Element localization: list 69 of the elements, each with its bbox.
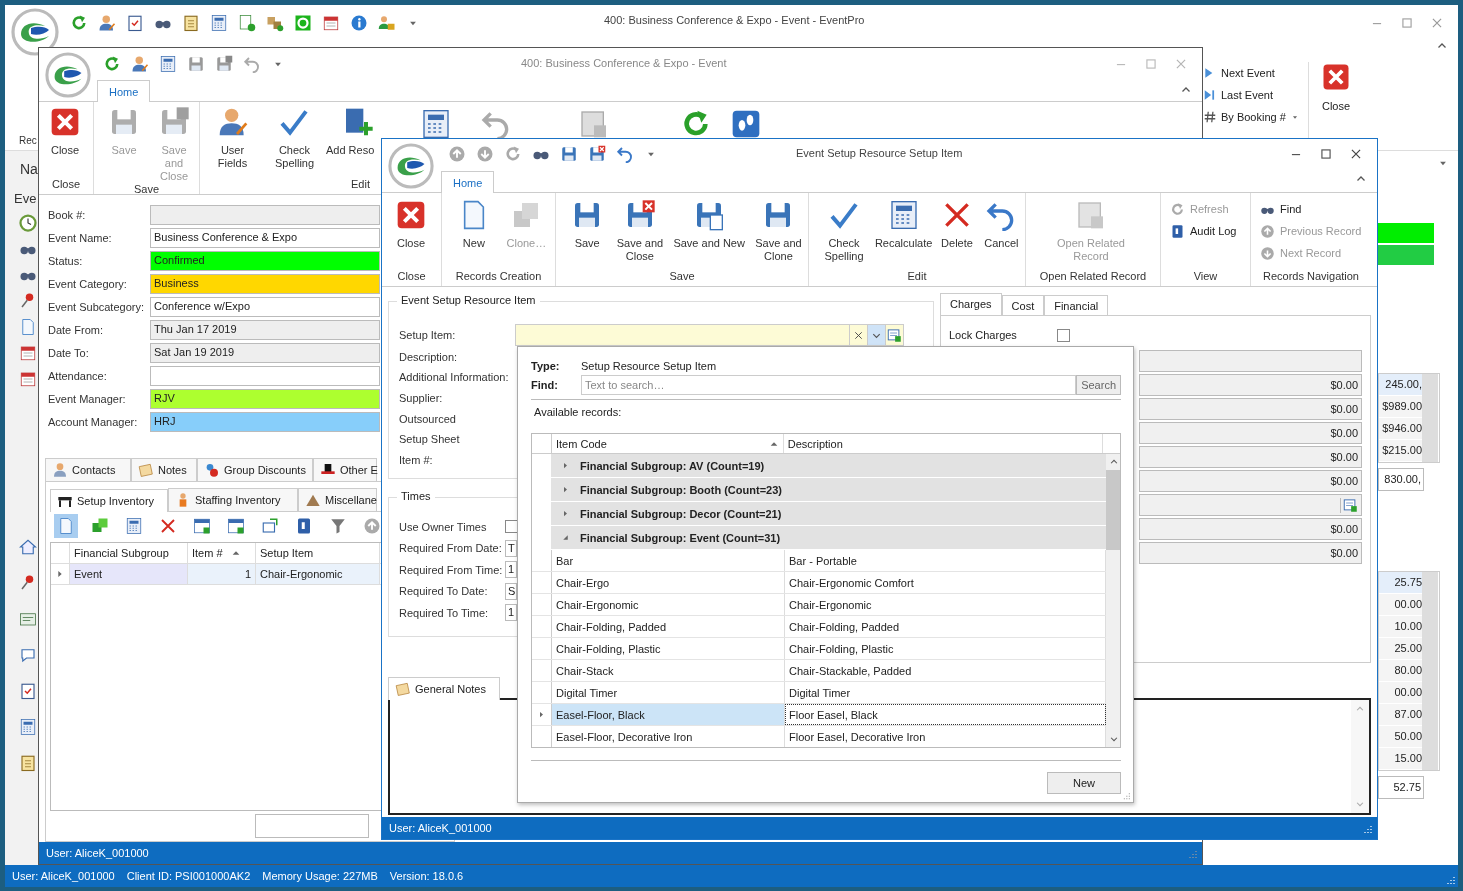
field-label: Setup Item: bbox=[399, 329, 457, 342]
field-label: Additional Information: bbox=[399, 371, 510, 384]
table-cell: 25.00 bbox=[1379, 638, 1422, 660]
total-field: 52.75 bbox=[1378, 776, 1424, 799]
group-label: Close bbox=[50, 178, 82, 192]
table-cell: $215.00 bbox=[1379, 440, 1422, 462]
field-label: Outsourced bbox=[399, 412, 457, 425]
group-label: Close bbox=[396, 270, 427, 284]
group-title: Times bbox=[397, 490, 435, 502]
field-label: Book #: bbox=[47, 209, 87, 221]
field-label: Account Manager: bbox=[47, 416, 139, 428]
field-label: Date To: bbox=[47, 347, 90, 359]
panel-title: Eve bbox=[13, 191, 38, 206]
field-label: Required From Time: bbox=[399, 563, 504, 576]
table-cell: 25.75 bbox=[1379, 572, 1422, 594]
field-label: Lock Charges bbox=[949, 329, 1017, 341]
table-cell: 00.00 bbox=[1379, 682, 1422, 704]
field-label: Event Subcategory: bbox=[47, 301, 145, 313]
field-label: Status: bbox=[47, 255, 84, 267]
total-field: ,830.00 bbox=[1378, 468, 1424, 491]
window-title: 400: Business Conference & Expo - Event bbox=[521, 57, 727, 69]
field-label: Description: bbox=[399, 350, 459, 363]
field-label: Find: bbox=[531, 379, 559, 392]
table-cell: 80.00 bbox=[1379, 660, 1422, 682]
status-text: User: AliceK_001000 bbox=[389, 822, 492, 834]
table-cell: $989.00 bbox=[1379, 396, 1422, 418]
field-label: Event Name: bbox=[47, 232, 113, 244]
field-label: Event Manager: bbox=[47, 393, 127, 405]
group-label: Edit bbox=[350, 178, 371, 192]
group-label: View bbox=[1192, 270, 1219, 284]
type-value: Setup Resource Setup Item bbox=[581, 360, 717, 373]
status-text: Client ID: PSI001000AK2 bbox=[126, 870, 251, 882]
field-label: Item #: bbox=[399, 453, 434, 466]
field-label: Date From: bbox=[47, 324, 104, 336]
table-cell: 1 bbox=[188, 564, 256, 584]
field-label: Required To Time: bbox=[399, 606, 490, 619]
table-cell: Chair-Ergonomic bbox=[256, 564, 380, 584]
field-label: Event Category: bbox=[47, 278, 128, 290]
table-cell: $946.00 bbox=[1379, 418, 1422, 440]
field-label: Type: bbox=[531, 360, 561, 373]
table-cell: 00.00 bbox=[1379, 594, 1422, 616]
table-cell: Event bbox=[70, 564, 188, 584]
group-label: Save bbox=[668, 270, 696, 284]
field-label: Supplier: bbox=[399, 391, 444, 404]
group-label: Save bbox=[132, 183, 161, 195]
window-title: 400: Business Conference & Expo - Event - EventPro bbox=[604, 14, 865, 26]
panel-title: Na bbox=[19, 161, 39, 177]
field-label: Setup Sheet bbox=[399, 433, 461, 446]
table-cell: 15.00 bbox=[1379, 748, 1422, 770]
table-cell: 10.00 bbox=[1379, 616, 1422, 638]
field-label: Use Owner Times bbox=[399, 520, 488, 533]
group-label: Records Navigation bbox=[1262, 270, 1360, 284]
group-title: Event Setup Resource Item bbox=[397, 294, 540, 306]
status-text: Version: 18.0.6 bbox=[389, 870, 464, 882]
field-label: Required From Date: bbox=[399, 542, 503, 555]
group-label: Records Creation bbox=[454, 270, 543, 284]
status-text: Memory Usage: 227MB bbox=[262, 870, 378, 882]
table-cell: 50.00 bbox=[1379, 726, 1422, 748]
section-label: Available records: bbox=[533, 406, 623, 419]
window-title: Event Setup Resource Setup Item bbox=[796, 147, 963, 159]
status-text: User: AliceK_001000 bbox=[12, 870, 115, 882]
field-label: Required To Date: bbox=[399, 585, 489, 598]
group-label: Edit bbox=[906, 270, 928, 284]
status-text: User: AliceK_001000 bbox=[46, 847, 149, 859]
group-label: Rec bbox=[19, 135, 37, 146]
field-label: Attendance: bbox=[47, 370, 108, 382]
group-label: Open Related Record bbox=[1038, 270, 1148, 284]
table-cell: ,245.00 bbox=[1379, 374, 1422, 396]
table-cell: 87.00 bbox=[1379, 704, 1422, 726]
